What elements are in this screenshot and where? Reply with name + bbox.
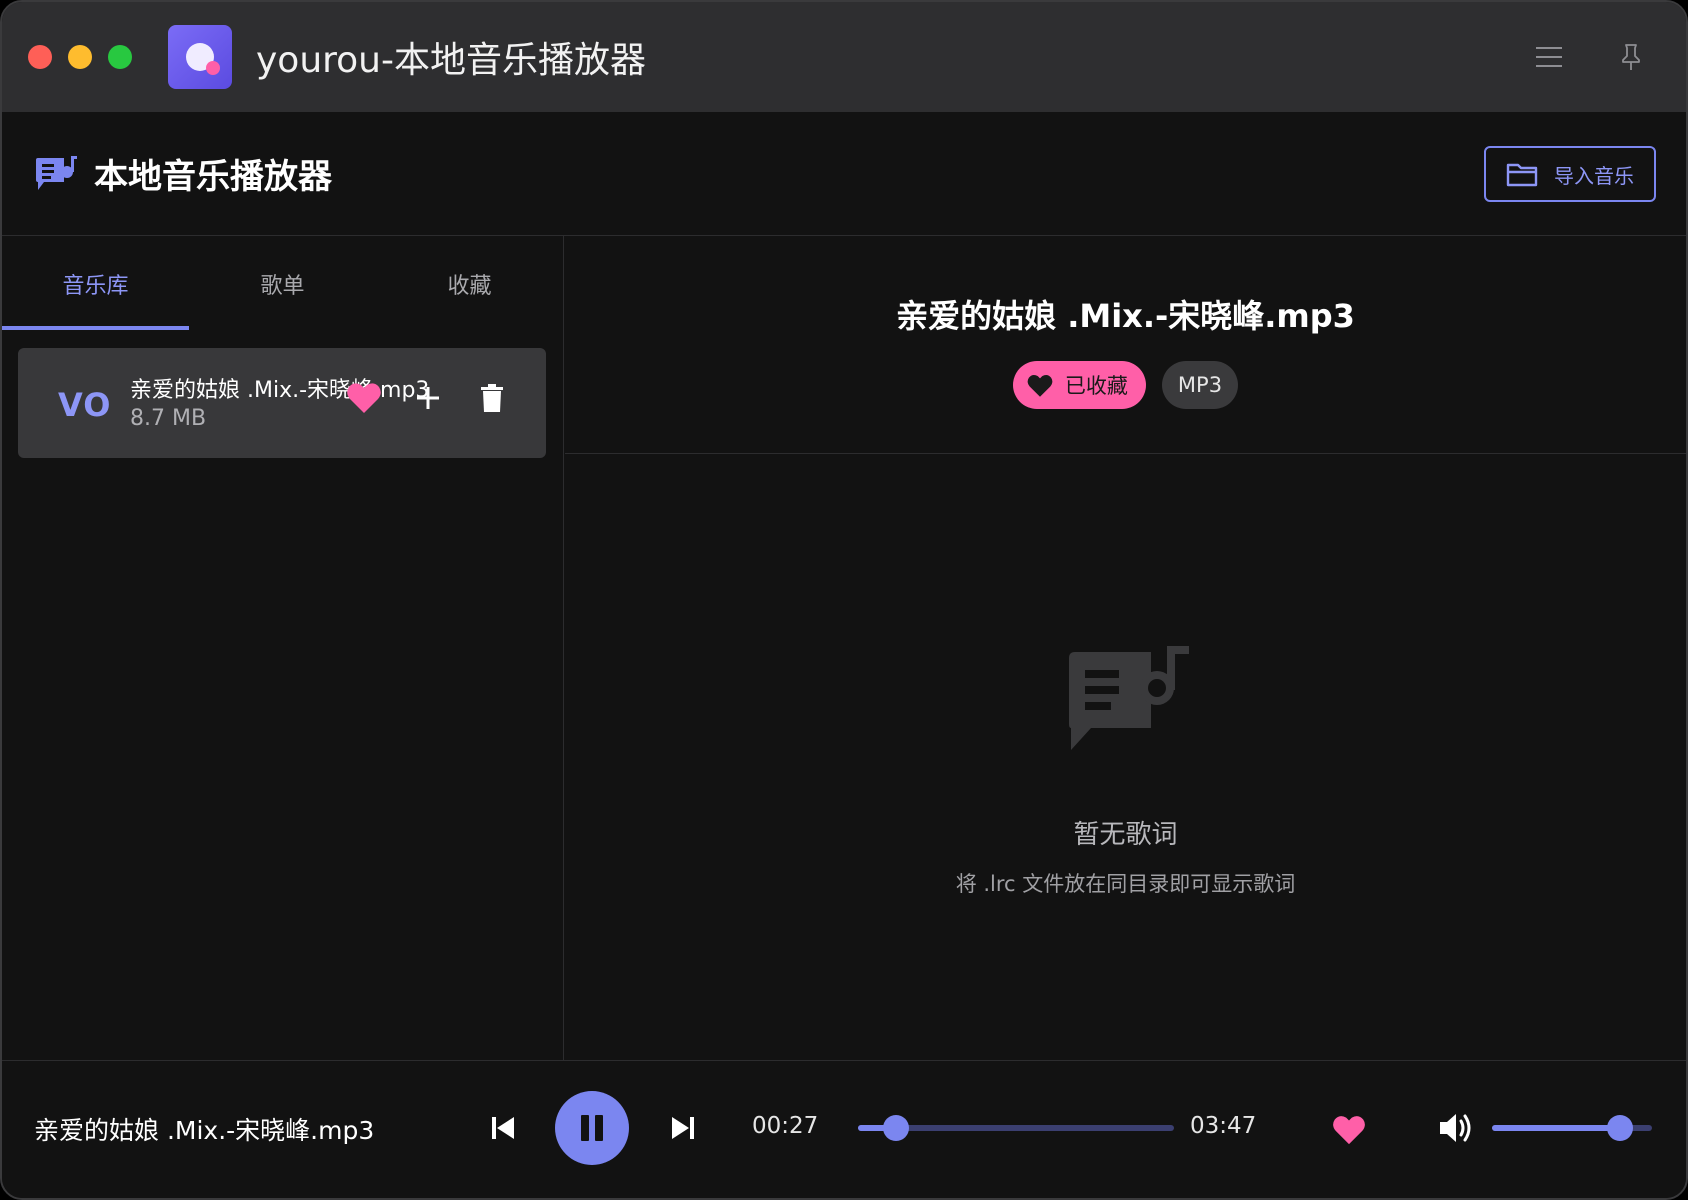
hamburger-menu-icon[interactable] — [1534, 42, 1564, 72]
app-header: 本地音乐播放器 导入音乐 — [2, 112, 1686, 236]
progress-handle[interactable] — [882, 1115, 909, 1141]
player-song-title: 亲爱的姑娘 .Mix.-宋晓峰.mp3 — [34, 1116, 375, 1145]
skip-previous-icon[interactable] — [486, 1111, 520, 1145]
lyrics-note-icon — [36, 155, 77, 190]
volume-slider[interactable] — [1492, 1115, 1652, 1141]
sidebar-tabs: 音乐库 歌单 收藏 — [2, 236, 563, 332]
format-chip: MP3 — [1161, 360, 1239, 409]
window-controls — [28, 45, 132, 69]
sidebar: 音乐库 歌单 收藏 VO 亲爱的姑娘 .Mix.-宋晓峰.mp3 8.7 MB — [2, 236, 564, 1060]
lyrics-area: 暂无歌词 将 .lrc 文件放在同目录即可显示歌词 — [565, 454, 1686, 1060]
player-bar: 亲爱的姑娘 .Mix.-宋晓峰.mp3 00:27 03:47 — [2, 1060, 1686, 1198]
current-time: 00:27 — [752, 1113, 819, 1139]
heart-icon[interactable] — [1330, 1111, 1368, 1147]
song-badge: VO — [58, 386, 112, 424]
duration: 03:47 — [1190, 1113, 1257, 1139]
app-window: yourou-本地音乐播放器 本地音乐播放器 导入音乐 音乐库 歌单 收藏 VO… — [0, 0, 1688, 1200]
tab-favorites[interactable]: 收藏 — [376, 236, 563, 332]
tab-playlists[interactable]: 歌单 — [189, 236, 376, 332]
lyrics-empty-title: 暂无歌词 — [1073, 820, 1178, 850]
heart-icon[interactable] — [344, 378, 384, 418]
current-song-title: 亲爱的姑娘 .Mix.-宋晓峰.mp3 — [896, 296, 1355, 335]
import-music-label: 导入音乐 — [1554, 163, 1634, 188]
plus-icon[interactable] — [408, 378, 448, 418]
tab-library[interactable]: 音乐库 — [2, 236, 189, 332]
title-bar: yourou-本地音乐播放器 — [2, 2, 1686, 112]
lyrics-empty-hint: 将 .lrc 文件放在同目录即可显示歌词 — [955, 872, 1296, 896]
maximize-window-button[interactable] — [108, 45, 132, 69]
page-title: 本地音乐播放器 — [94, 157, 332, 197]
volume-handle[interactable] — [1607, 1115, 1633, 1141]
window-title: yourou-本地音乐播放器 — [256, 40, 646, 81]
now-playing-header: 亲爱的姑娘 .Mix.-宋晓峰.mp3 已收藏 MP3 — [565, 236, 1686, 454]
minimize-window-button[interactable] — [68, 45, 92, 69]
volume-icon[interactable] — [1436, 1109, 1476, 1147]
list-item[interactable]: VO 亲爱的姑娘 .Mix.-宋晓峰.mp3 8.7 MB — [18, 348, 546, 458]
pause-icon — [581, 1115, 603, 1141]
volume-fill — [1492, 1125, 1620, 1131]
skip-next-icon[interactable] — [666, 1111, 700, 1145]
import-music-button[interactable]: 导入音乐 — [1484, 146, 1656, 202]
trash-icon[interactable] — [472, 378, 512, 418]
play-pause-button[interactable] — [555, 1091, 629, 1165]
favorited-label: 已收藏 — [1064, 373, 1128, 398]
app-logo — [168, 25, 232, 89]
song-size: 8.7 MB — [130, 406, 207, 431]
close-window-button[interactable] — [28, 45, 52, 69]
lyrics-note-icon — [1069, 646, 1189, 750]
progress-slider[interactable] — [858, 1115, 1174, 1141]
folder-icon — [1506, 163, 1538, 187]
pin-icon[interactable] — [1616, 42, 1646, 72]
favorited-chip[interactable]: 已收藏 — [1012, 360, 1146, 409]
heart-icon — [1027, 374, 1053, 397]
main-panel: 亲爱的姑娘 .Mix.-宋晓峰.mp3 已收藏 MP3 暂无歌词 将 .lrc … — [565, 236, 1686, 1060]
